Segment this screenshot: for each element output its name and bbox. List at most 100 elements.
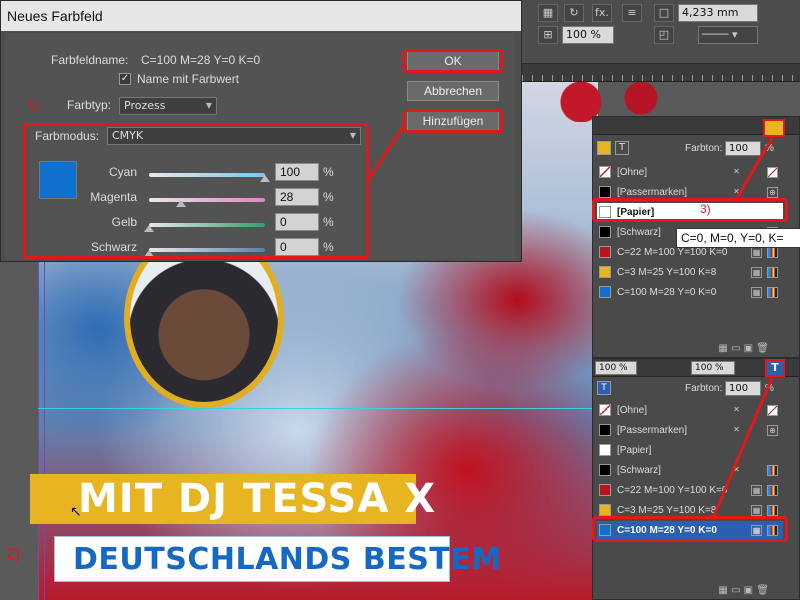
- fill-percent-field[interactable]: 100 %: [691, 361, 735, 375]
- name-with-value-checkbox[interactable]: ✓: [119, 73, 131, 85]
- swatch-chip: [599, 286, 611, 298]
- color-type-label: Farbtyp:: [67, 98, 112, 112]
- subline-text-frame[interactable]: DEUTSCHLANDS BESTEM: [54, 536, 501, 582]
- stroke-icon[interactable]: □: [654, 4, 674, 22]
- slider-thumb-icon[interactable]: [260, 175, 270, 182]
- channel-label-cyan: Cyan: [108, 165, 137, 179]
- registration-icon: ⊕: [767, 187, 778, 198]
- channel-value-magenta[interactable]: 28: [275, 188, 319, 206]
- swatches-panel-bottom: 100 % 100 % T T Farbton: 100 % [Ohne] ✕ [P…: [592, 358, 800, 600]
- headline-text: MIT DJ TESSA X: [78, 476, 437, 522]
- swatch-row[interactable]: [Ohne] ✕: [597, 401, 783, 420]
- text-format-icon[interactable]: T: [615, 141, 629, 155]
- corner-icon[interactable]: ◰: [654, 26, 674, 44]
- swatch-chip: [599, 266, 611, 278]
- swatch-row[interactable]: C=3 M=25 Y=100 K=8 ▦: [597, 501, 783, 520]
- swatch-row[interactable]: [Papier]: [597, 441, 783, 460]
- dialog-body: Farbfeldname: C=100 M=28 Y=0 K=0 ✓ Name …: [5, 33, 515, 259]
- swatch-row[interactable]: [Ohne] ✕: [597, 163, 783, 182]
- control-toolbar: ▦ ↻ fx. ≡ □ 4,233 mm ⊞ 100 % ◰ ──── ▾: [522, 0, 800, 64]
- panel-footer-icons: ▦ ▭ ▣ 🗑: [718, 343, 769, 354]
- channel-unit: %: [323, 190, 334, 204]
- locked-icon: ✕: [733, 465, 740, 474]
- swatch-label: [Schwarz]: [617, 465, 661, 476]
- tint-field[interactable]: 100: [725, 381, 761, 396]
- dialog-title[interactable]: Neues Farbfeld: [1, 1, 521, 31]
- swatch-row[interactable]: [Passermarken] ✕ ⊕: [597, 421, 783, 440]
- cmyk-mode-icon: [767, 485, 778, 496]
- channel-slider-magenta[interactable]: [149, 198, 265, 202]
- swatch-chip: [599, 186, 611, 198]
- slider-thumb-icon[interactable]: [176, 200, 187, 207]
- swatch-row[interactable]: [Schwarz] ✕: [597, 461, 783, 480]
- channel-label-gelb: Gelb: [111, 215, 137, 229]
- swatch-row[interactable]: [Passermarken] ✕ ⊕: [597, 183, 783, 202]
- fx-icon[interactable]: fx.: [592, 4, 612, 22]
- swatch-chip: [599, 424, 611, 436]
- tint-label: Farbton:: [685, 143, 723, 154]
- align-icon[interactable]: ≡: [622, 4, 642, 22]
- none-icon: [767, 167, 778, 178]
- channel-value-cyan[interactable]: 100: [275, 163, 319, 181]
- fill-swatch-icon[interactable]: [763, 119, 785, 137]
- stroke-percent-field[interactable]: 100 %: [595, 361, 637, 375]
- annotation-marker-2: 2): [6, 546, 21, 563]
- channel-slider-cyan[interactable]: [149, 173, 265, 177]
- swatch-row[interactable]: C=3 M=25 Y=100 K=8 ▦: [597, 263, 783, 282]
- frame-icon[interactable]: ▦: [538, 4, 558, 22]
- process-color-icon: ▦: [751, 485, 762, 496]
- text-color-icon[interactable]: T: [597, 381, 611, 395]
- tint-field[interactable]: 100: [725, 141, 761, 156]
- swatch-chip: [599, 166, 611, 178]
- swatch-label: C=3 M=25 Y=100 K=8: [617, 505, 717, 516]
- color-type-select[interactable]: Prozess ▼: [119, 97, 217, 115]
- process-color-icon: ▦: [751, 505, 762, 516]
- color-mode-select[interactable]: CMYK ▼: [107, 127, 361, 145]
- swatch-label: [Passermarken]: [617, 425, 688, 436]
- swatch-row[interactable]: [Papier]: [597, 203, 783, 222]
- zoom-field[interactable]: 100 %: [562, 26, 614, 44]
- stroke-weight-field[interactable]: 4,233 mm: [678, 4, 758, 22]
- swatch-row[interactable]: C=100 M=28 Y=0 K=0 ▦: [597, 283, 783, 302]
- locked-icon: ✕: [733, 187, 740, 196]
- color-type-value: Prozess: [124, 99, 166, 112]
- swatch-label: [Papier]: [617, 445, 652, 456]
- channel-value-gelb[interactable]: 0: [275, 213, 319, 231]
- locked-icon: ✕: [733, 425, 740, 434]
- cancel-button[interactable]: Abbrechen: [407, 81, 499, 101]
- rotate-icon[interactable]: ↻: [564, 4, 584, 22]
- swatch-label: C=100 M=28 Y=0 K=0: [617, 525, 717, 536]
- fill-icon[interactable]: [597, 141, 611, 155]
- guide-horizontal: [38, 408, 598, 409]
- swatch-chip: [599, 206, 611, 218]
- text-fill-icon[interactable]: T: [765, 359, 785, 377]
- color-mode-value: CMYK: [112, 129, 144, 142]
- swatch-chip: [599, 464, 611, 476]
- ok-button[interactable]: OK: [407, 51, 499, 71]
- fit-icon[interactable]: ⊞: [538, 26, 558, 44]
- cmyk-mode-icon: [767, 465, 778, 476]
- swatch-label: [Ohne]: [617, 405, 648, 416]
- channel-slider-schwarz[interactable]: [149, 248, 265, 252]
- none-icon: [767, 405, 778, 416]
- swatch-label: [Passermarken]: [617, 187, 688, 198]
- process-color-icon: ▦: [751, 287, 762, 298]
- slider-thumb-icon[interactable]: [144, 250, 154, 257]
- channel-unit: %: [323, 165, 334, 179]
- locked-icon: ✕: [733, 167, 740, 176]
- cmyk-mode-icon: [767, 505, 778, 516]
- chevron-down-icon: ▼: [349, 131, 356, 140]
- add-button[interactable]: Hinzufügen: [407, 111, 499, 131]
- annotation-marker-3: 3): [700, 202, 711, 216]
- tint-unit: %: [765, 143, 774, 154]
- channel-slider-gelb[interactable]: [149, 223, 265, 227]
- slider-thumb-icon[interactable]: [144, 225, 154, 232]
- channel-value-schwarz[interactable]: 0: [275, 238, 319, 256]
- swatch-row[interactable]: C=100 M=28 Y=0 K=0 ▦: [597, 521, 783, 540]
- channel-unit: %: [323, 240, 334, 254]
- channel-unit: %: [323, 215, 334, 229]
- subline-text: DEUTSCHLANDS BESTEM: [73, 542, 502, 577]
- stroke-type-select[interactable]: ──── ▾: [698, 26, 758, 44]
- headline-text-frame[interactable]: MIT DJ TESSA X: [30, 474, 435, 524]
- swatch-row[interactable]: C=22 M=100 Y=100 K=0 ▦: [597, 481, 783, 500]
